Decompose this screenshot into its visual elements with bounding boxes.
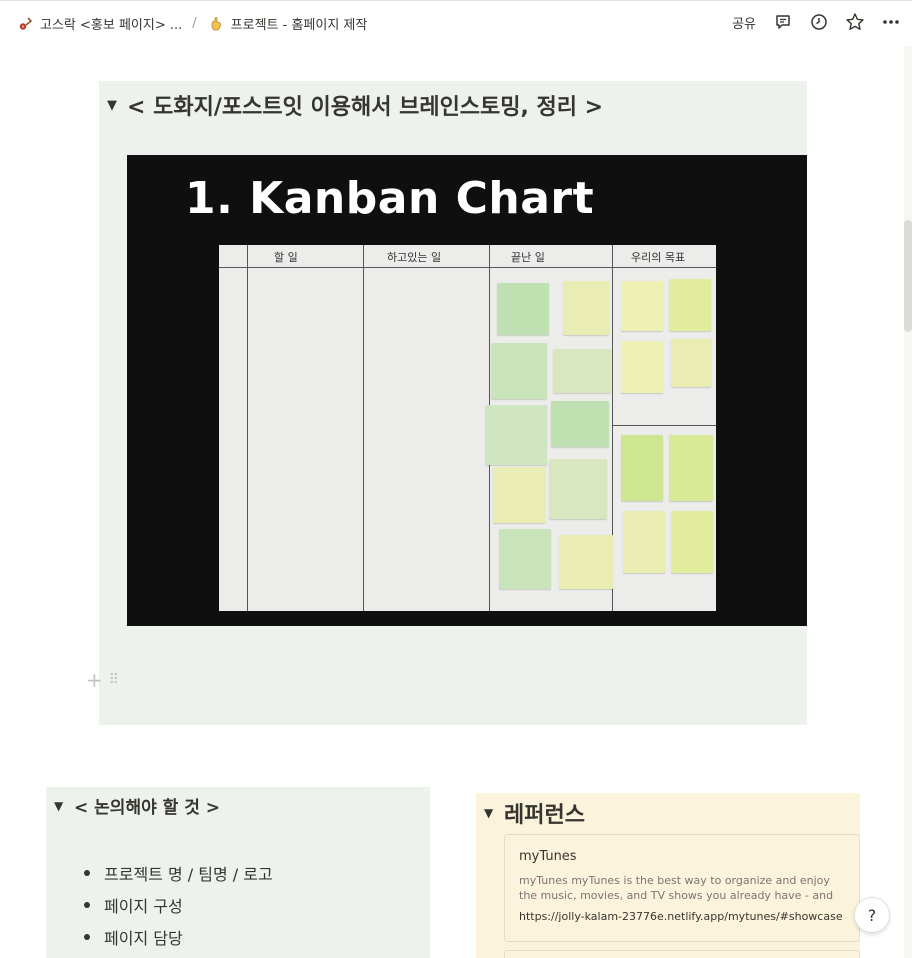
sticky-note bbox=[623, 511, 665, 573]
kanban-chart-image[interactable]: 1. Kanban Chart 할 일 하고있는 일 끝난 일 우리의 목표 bbox=[127, 155, 807, 626]
sticky-note bbox=[497, 283, 549, 335]
sticky-note bbox=[499, 529, 551, 589]
bookmark-url[interactable]: https://jolly-kalam-23776e.netlify.app/m… bbox=[519, 910, 845, 923]
breadcrumb-separator: / bbox=[192, 16, 197, 31]
topbar-actions: 공유 bbox=[732, 11, 902, 33]
drag-handle-icon[interactable]: ⠿ bbox=[109, 672, 119, 688]
kanban-image-heading: 1. Kanban Chart bbox=[185, 173, 595, 224]
reference-toggle-header[interactable]: ▼ 레퍼런스 bbox=[484, 797, 585, 829]
sticky-note bbox=[671, 339, 711, 387]
add-block-icon[interactable]: + bbox=[86, 668, 103, 692]
pointing-hand-icon bbox=[207, 15, 225, 33]
brainstorm-toggle-title: < 도화지/포스트잇 이용해서 브레인스토밍, 정리 > bbox=[127, 95, 604, 120]
share-button[interactable]: 공유 bbox=[732, 13, 756, 32]
kanban-board: 할 일 하고있는 일 끝난 일 우리의 목표 bbox=[219, 245, 716, 611]
board-header-line bbox=[219, 267, 716, 268]
sticky-note bbox=[493, 467, 545, 523]
list-item[interactable]: 페이지 구성 bbox=[84, 889, 273, 921]
breadcrumb-label: 고스락 <홍보 페이지> ... bbox=[40, 18, 183, 33]
breadcrumb-label: 프로젝트 - 홈페이지 제작 bbox=[230, 18, 368, 33]
more-icon[interactable] bbox=[880, 11, 902, 33]
sticky-note bbox=[549, 459, 607, 519]
kanban-column-doing: 하고있는 일 bbox=[387, 251, 442, 264]
sticky-note bbox=[551, 401, 609, 447]
block-handle[interactable]: + ⠿ bbox=[86, 668, 119, 692]
reference-toggle-title: 레퍼런스 bbox=[504, 803, 585, 828]
sticky-note bbox=[563, 281, 609, 335]
board-divider bbox=[247, 245, 248, 611]
sticky-note bbox=[491, 343, 547, 399]
sticky-note bbox=[621, 341, 663, 393]
brainstorm-toggle-block: ▼ < 도화지/포스트잇 이용해서 브레인스토밍, 정리 > 1. Kanban… bbox=[86, 81, 807, 725]
kanban-column-goal: 우리의 목표 bbox=[631, 251, 686, 264]
brainstorm-toggle-header[interactable]: ▼ < 도화지/포스트잇 이용해서 브레인스토밍, 정리 > bbox=[107, 89, 603, 121]
discussion-list: 프로젝트 명 / 팀명 / 로고 페이지 구성 페이지 담당 bbox=[84, 857, 273, 953]
discussion-toggle-block: ▼ < 논의해야 할 것 > 프로젝트 명 / 팀명 / 로고 페이지 구성 페… bbox=[46, 787, 430, 958]
breadcrumb-item-project[interactable]: 프로젝트 - 홈페이지 제작 bbox=[207, 14, 368, 33]
discussion-toggle-header[interactable]: ▼ < 논의해야 할 것 > bbox=[54, 793, 220, 818]
help-button[interactable]: ? bbox=[854, 897, 890, 933]
board-divider bbox=[363, 245, 364, 611]
clock-icon[interactable] bbox=[808, 11, 830, 33]
toggle-triangle-icon[interactable]: ▼ bbox=[484, 806, 504, 820]
toggle-triangle-icon[interactable]: ▼ bbox=[54, 799, 74, 813]
topbar: 고스락 <홍보 페이지> ... / 프로젝트 - 홈페이지 제작 공유 bbox=[0, 0, 912, 46]
board-divider bbox=[612, 425, 716, 426]
sticky-note bbox=[669, 435, 713, 501]
bookmark-title: myTunes bbox=[519, 849, 577, 864]
discussion-toggle-title: < 논의해야 할 것 > bbox=[74, 798, 221, 818]
scrollbar-thumb[interactable] bbox=[904, 220, 912, 332]
kanban-column-done: 끝난 일 bbox=[511, 251, 545, 264]
scrollbar-track[interactable] bbox=[904, 46, 912, 958]
breadcrumb-item-promo[interactable]: 고스락 <홍보 페이지> ... bbox=[16, 14, 182, 33]
reference-toggle-block: ▼ 레퍼런스 myTunes myTunes myTunes is the be… bbox=[476, 793, 860, 958]
comment-icon[interactable] bbox=[772, 11, 794, 33]
sticky-note bbox=[621, 281, 663, 331]
sticky-note bbox=[671, 511, 713, 573]
kanban-column-todo: 할 일 bbox=[274, 251, 298, 264]
bookmark-description: myTunes myTunes is the best way to organ… bbox=[519, 874, 834, 902]
sticky-note bbox=[559, 535, 613, 589]
star-icon[interactable] bbox=[844, 11, 866, 33]
bookmark-card-mytunes[interactable]: myTunes myTunes myTunes is the best way … bbox=[504, 834, 860, 942]
list-item[interactable]: 프로젝트 명 / 팀명 / 로고 bbox=[84, 857, 273, 889]
list-item[interactable]: 페이지 담당 bbox=[84, 921, 273, 953]
sticky-note bbox=[621, 435, 663, 501]
bookmark-card[interactable] bbox=[504, 950, 860, 958]
sticky-note bbox=[669, 279, 711, 331]
guitar-icon bbox=[16, 15, 34, 33]
sticky-note bbox=[553, 349, 611, 393]
sticky-note bbox=[485, 405, 547, 465]
toggle-triangle-icon[interactable]: ▼ bbox=[107, 98, 127, 113]
